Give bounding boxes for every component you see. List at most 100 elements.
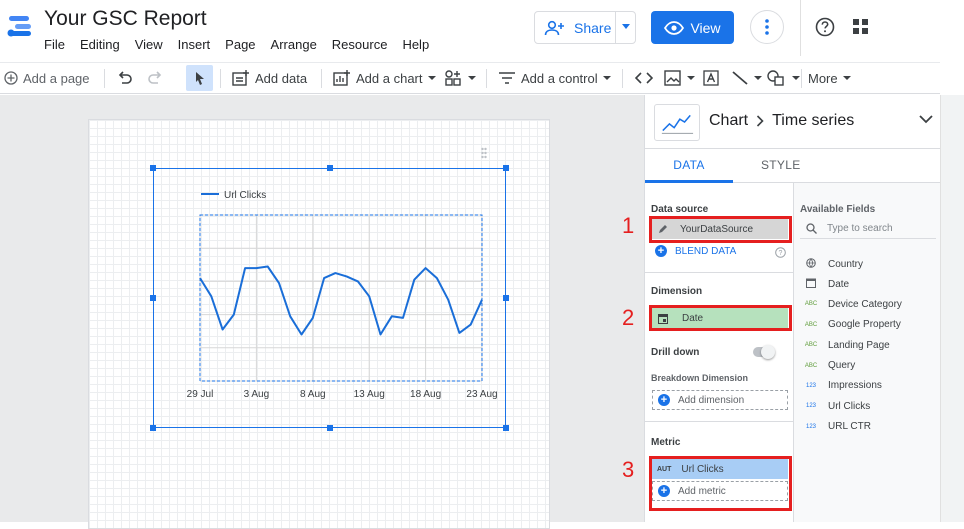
toolbar-divider: [622, 69, 623, 88]
panel-tabs: DATA STYLE: [645, 149, 941, 183]
menu-file[interactable]: File: [44, 37, 65, 52]
available-field-item[interactable]: 123 URL CTR: [804, 421, 871, 432]
dimension-heading: Dimension: [651, 286, 703, 297]
chevron-down-icon: [792, 75, 800, 80]
menu-editing[interactable]: Editing: [80, 37, 120, 52]
chevron-down-icon: [427, 75, 436, 80]
chart-type-breadcrumb[interactable]: Chart Time series: [709, 112, 854, 130]
field-name: Date: [828, 278, 850, 290]
add-dimension-label: Add dimension: [678, 394, 745, 406]
add-circle-icon: +: [658, 394, 670, 406]
looker-studio-logo-icon[interactable]: [6, 12, 34, 40]
data-source-heading: Data source: [651, 204, 709, 215]
field-name: Query: [828, 360, 856, 371]
metric-heading: Metric: [651, 437, 681, 448]
available-field-item[interactable]: Country: [804, 258, 863, 270]
time-series-chart-icon: [654, 104, 700, 141]
time-series-chart[interactable]: 29 Jul 3 Aug 8 Aug 13 Aug 18 Aug 23 Aug Url Cl…: [150, 165, 509, 431]
toolbar-divider: [801, 69, 802, 88]
add-page-label: Add a page: [23, 70, 90, 86]
add-control-button[interactable]: Add a control: [498, 63, 611, 93]
field-name: Url Clicks: [828, 400, 871, 412]
eye-icon: [664, 20, 685, 35]
community-viz-icon: [445, 70, 461, 86]
help-icon[interactable]: [815, 17, 835, 37]
share-button[interactable]: Share: [534, 11, 636, 44]
line-button[interactable]: [731, 63, 762, 93]
text-button[interactable]: [703, 63, 719, 93]
image-button[interactable]: [664, 63, 695, 93]
shapes-icon: [767, 70, 784, 86]
menu-insert[interactable]: Insert: [178, 37, 211, 52]
blend-data-label: BLEND DATA: [675, 245, 737, 257]
more-vert-icon: [765, 19, 769, 35]
menu-view[interactable]: View: [135, 37, 163, 52]
x-tick-label: 18 Aug: [410, 389, 441, 400]
add-chart-button[interactable]: Add a chart: [333, 63, 436, 93]
more-label: More: [808, 70, 838, 86]
available-field-item[interactable]: ABC Device Category: [804, 299, 902, 310]
redo-button[interactable]: [147, 63, 163, 93]
add-data-icon: [232, 70, 249, 86]
menu-help[interactable]: Help: [402, 37, 429, 52]
available-field-item[interactable]: 123 Url Clicks: [804, 401, 870, 412]
blend-data-button[interactable]: + BLEND DATA: [652, 245, 736, 257]
search-icon: [806, 223, 817, 234]
more-options-button[interactable]: [750, 10, 784, 44]
highlight-box: [649, 456, 792, 511]
menu-resource[interactable]: Resource: [332, 37, 388, 52]
toolbar-divider: [220, 69, 221, 88]
chart-type-label: Time series: [772, 112, 855, 129]
chart-type-header[interactable]: Chart Time series: [645, 95, 941, 149]
code-icon: [635, 72, 653, 84]
toolbar-divider: [321, 69, 322, 88]
available-fields-heading: Available Fields: [800, 204, 876, 215]
select-tool-button[interactable]: [186, 65, 213, 91]
available-field-item[interactable]: 123 Impressions: [804, 380, 882, 391]
chevron-down-icon: [842, 75, 851, 80]
available-field-item[interactable]: ABC Landing Page: [804, 340, 890, 351]
properties-panel: Chart Time series DATA STYLE Data source…: [644, 95, 941, 522]
share-divider: [615, 12, 616, 43]
available-field-item[interactable]: ABC Google Property: [804, 319, 901, 330]
text-field-icon: ABC: [804, 362, 818, 369]
panel-scrollbar[interactable]: [940, 95, 964, 522]
help-outline-icon[interactable]: ?: [775, 247, 786, 258]
breakdown-dimension-heading: Breakdown Dimension: [651, 373, 749, 383]
share-options-caret-icon[interactable]: [622, 24, 630, 30]
menu-arrange[interactable]: Arrange: [271, 37, 317, 52]
view-button[interactable]: View: [651, 11, 734, 44]
available-field-item[interactable]: Date: [804, 278, 849, 290]
undo-button[interactable]: [117, 63, 133, 93]
apps-grid-icon[interactable]: [852, 18, 870, 36]
shape-button[interactable]: [767, 63, 800, 93]
menu-page[interactable]: Page: [225, 37, 255, 52]
app-header: Your GSC Report File Editing View Insert…: [0, 0, 964, 64]
tab-style[interactable]: STYLE: [761, 158, 801, 172]
redo-icon: [148, 71, 162, 84]
drill-down-toggle[interactable]: [753, 345, 775, 359]
report-page[interactable]: 29 Jul 3 Aug 8 Aug 13 Aug 18 Aug 23 Aug Url Cl…: [88, 119, 550, 529]
add-page-button[interactable]: Add a page: [4, 63, 90, 93]
toolbar: Add a page Add data Add a chart Add a co…: [0, 62, 940, 94]
add-component-button[interactable]: [445, 63, 476, 93]
text-box-icon: [703, 70, 719, 86]
cursor-icon: [195, 72, 204, 85]
line-icon: [732, 71, 748, 85]
chevron-down-icon[interactable]: [919, 115, 933, 124]
add-circle-icon: +: [655, 245, 667, 257]
field-search-input[interactable]: Type to search: [800, 219, 936, 239]
tab-data[interactable]: DATA: [645, 158, 733, 172]
svg-text:?: ?: [779, 250, 783, 257]
report-title[interactable]: Your GSC Report: [44, 7, 207, 31]
add-data-button[interactable]: Add data: [232, 63, 307, 93]
x-tick-label: 8 Aug: [300, 389, 326, 400]
embed-url-button[interactable]: [635, 63, 653, 93]
add-circle-icon: [4, 71, 18, 85]
annotation-number: 1: [622, 213, 635, 238]
report-canvas[interactable]: 29 Jul 3 Aug 8 Aug 13 Aug 18 Aug 23 Aug Url Cl…: [0, 95, 644, 529]
available-field-item[interactable]: ABC Query: [804, 360, 855, 371]
add-dimension-button[interactable]: + Add dimension: [652, 390, 788, 410]
more-button[interactable]: More: [808, 63, 851, 93]
drag-handle-icon[interactable]: [481, 147, 487, 161]
